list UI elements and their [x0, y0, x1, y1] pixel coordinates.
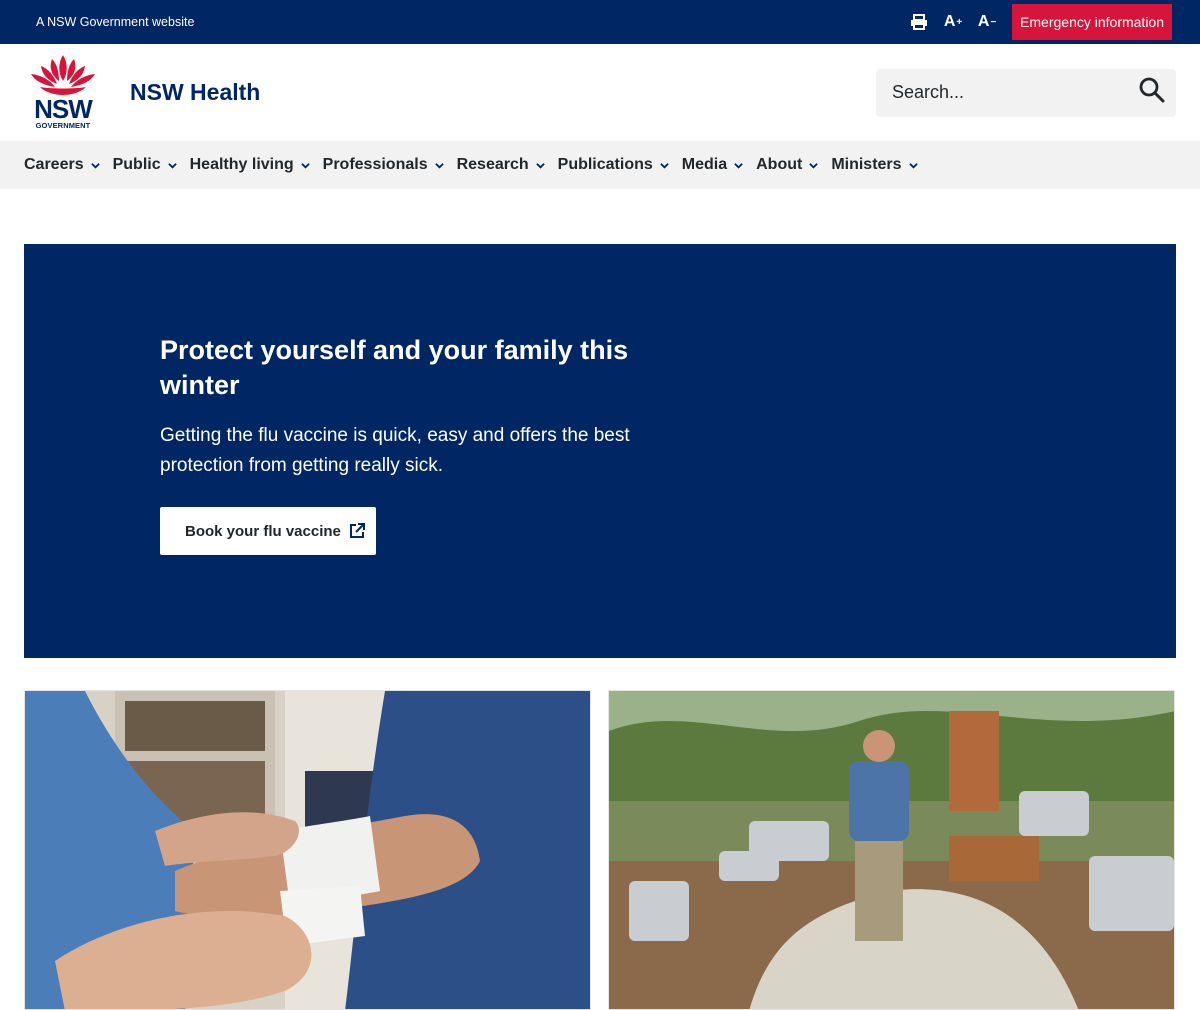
nav-item-professionals[interactable]: Professionals [323, 156, 444, 174]
chevron-down-icon [90, 162, 100, 169]
emergency-information-button[interactable]: Emergency information [1012, 4, 1172, 40]
nav-label: Careers [24, 156, 84, 173]
nav-label: Ministers [831, 156, 902, 173]
nsw-government-logo[interactable]: NSW GOVERNMENT [28, 53, 98, 133]
book-flu-vaccine-button[interactable]: Book your flu vaccine [160, 507, 376, 555]
card-image-bandage[interactable] [24, 690, 591, 1010]
print-icon[interactable] [902, 4, 936, 40]
nav-label: Public [112, 156, 161, 173]
search-icon[interactable] [1138, 76, 1166, 109]
nav-item-publications[interactable]: Publications [558, 156, 669, 174]
nav-item-media[interactable]: Media [682, 156, 743, 174]
search-bar [876, 68, 1176, 117]
nav-label: About [756, 156, 803, 173]
chevron-down-icon [908, 162, 918, 169]
hero-title: Protect yourself and your family this wi… [160, 335, 629, 400]
nav-label: Healthy living [189, 156, 294, 173]
main-navigation: Careers Public Healthy living Profession… [0, 141, 1200, 189]
card-image-garden[interactable] [608, 690, 1175, 1010]
chevron-down-icon [809, 162, 819, 169]
button-label: Book your flu vaccine [185, 522, 341, 540]
waratah-icon [31, 54, 95, 95]
chevron-down-icon [660, 162, 669, 169]
gov-website-label: A NSW Government website [36, 15, 195, 29]
decrease-font-icon[interactable]: A − [970, 4, 1004, 40]
site-header: NSW GOVERNMENT NSW Health [0, 44, 1200, 141]
nav-item-ministers[interactable]: Ministers [831, 156, 918, 174]
nav-item-research[interactable]: Research [457, 156, 545, 174]
bandage-photo [25, 691, 590, 1009]
logo-nsw-text: NSW [34, 93, 93, 124]
masthead: A NSW Government website A + A − Emergency… [0, 0, 1200, 44]
search-input[interactable] [892, 82, 1112, 103]
nav-item-public[interactable]: Public [113, 156, 177, 174]
chevron-down-icon [734, 162, 743, 169]
nav-label: Research [456, 156, 529, 173]
hero-description: Getting the flu vaccine is quick, easy a… [160, 425, 630, 476]
nav-item-careers[interactable]: Careers [24, 156, 100, 174]
logo-government-text: GOVERNMENT [35, 120, 91, 130]
brand[interactable]: NSW GOVERNMENT NSW Health [28, 53, 260, 133]
nav-label: Professionals [322, 156, 428, 173]
site-name[interactable]: NSW Health [130, 79, 260, 106]
feature-cards [24, 690, 1176, 1010]
garden-photo [609, 691, 1174, 1009]
external-link-icon [349, 523, 365, 538]
chevron-down-icon [434, 162, 444, 169]
nav-label: Publications [557, 156, 653, 173]
chevron-down-icon [167, 162, 177, 169]
increase-font-icon[interactable]: A + [936, 4, 970, 40]
nav-item-healthy-living[interactable]: Healthy living [190, 156, 310, 174]
utility-tools: A + A − Emergency information [902, 4, 1172, 40]
hero-banner: Protect yourself and your family this wi… [24, 244, 1176, 658]
chevron-down-icon [535, 162, 545, 169]
nav-item-about[interactable]: About [756, 156, 819, 174]
chevron-down-icon [300, 162, 310, 169]
nav-label: Media [681, 156, 728, 173]
